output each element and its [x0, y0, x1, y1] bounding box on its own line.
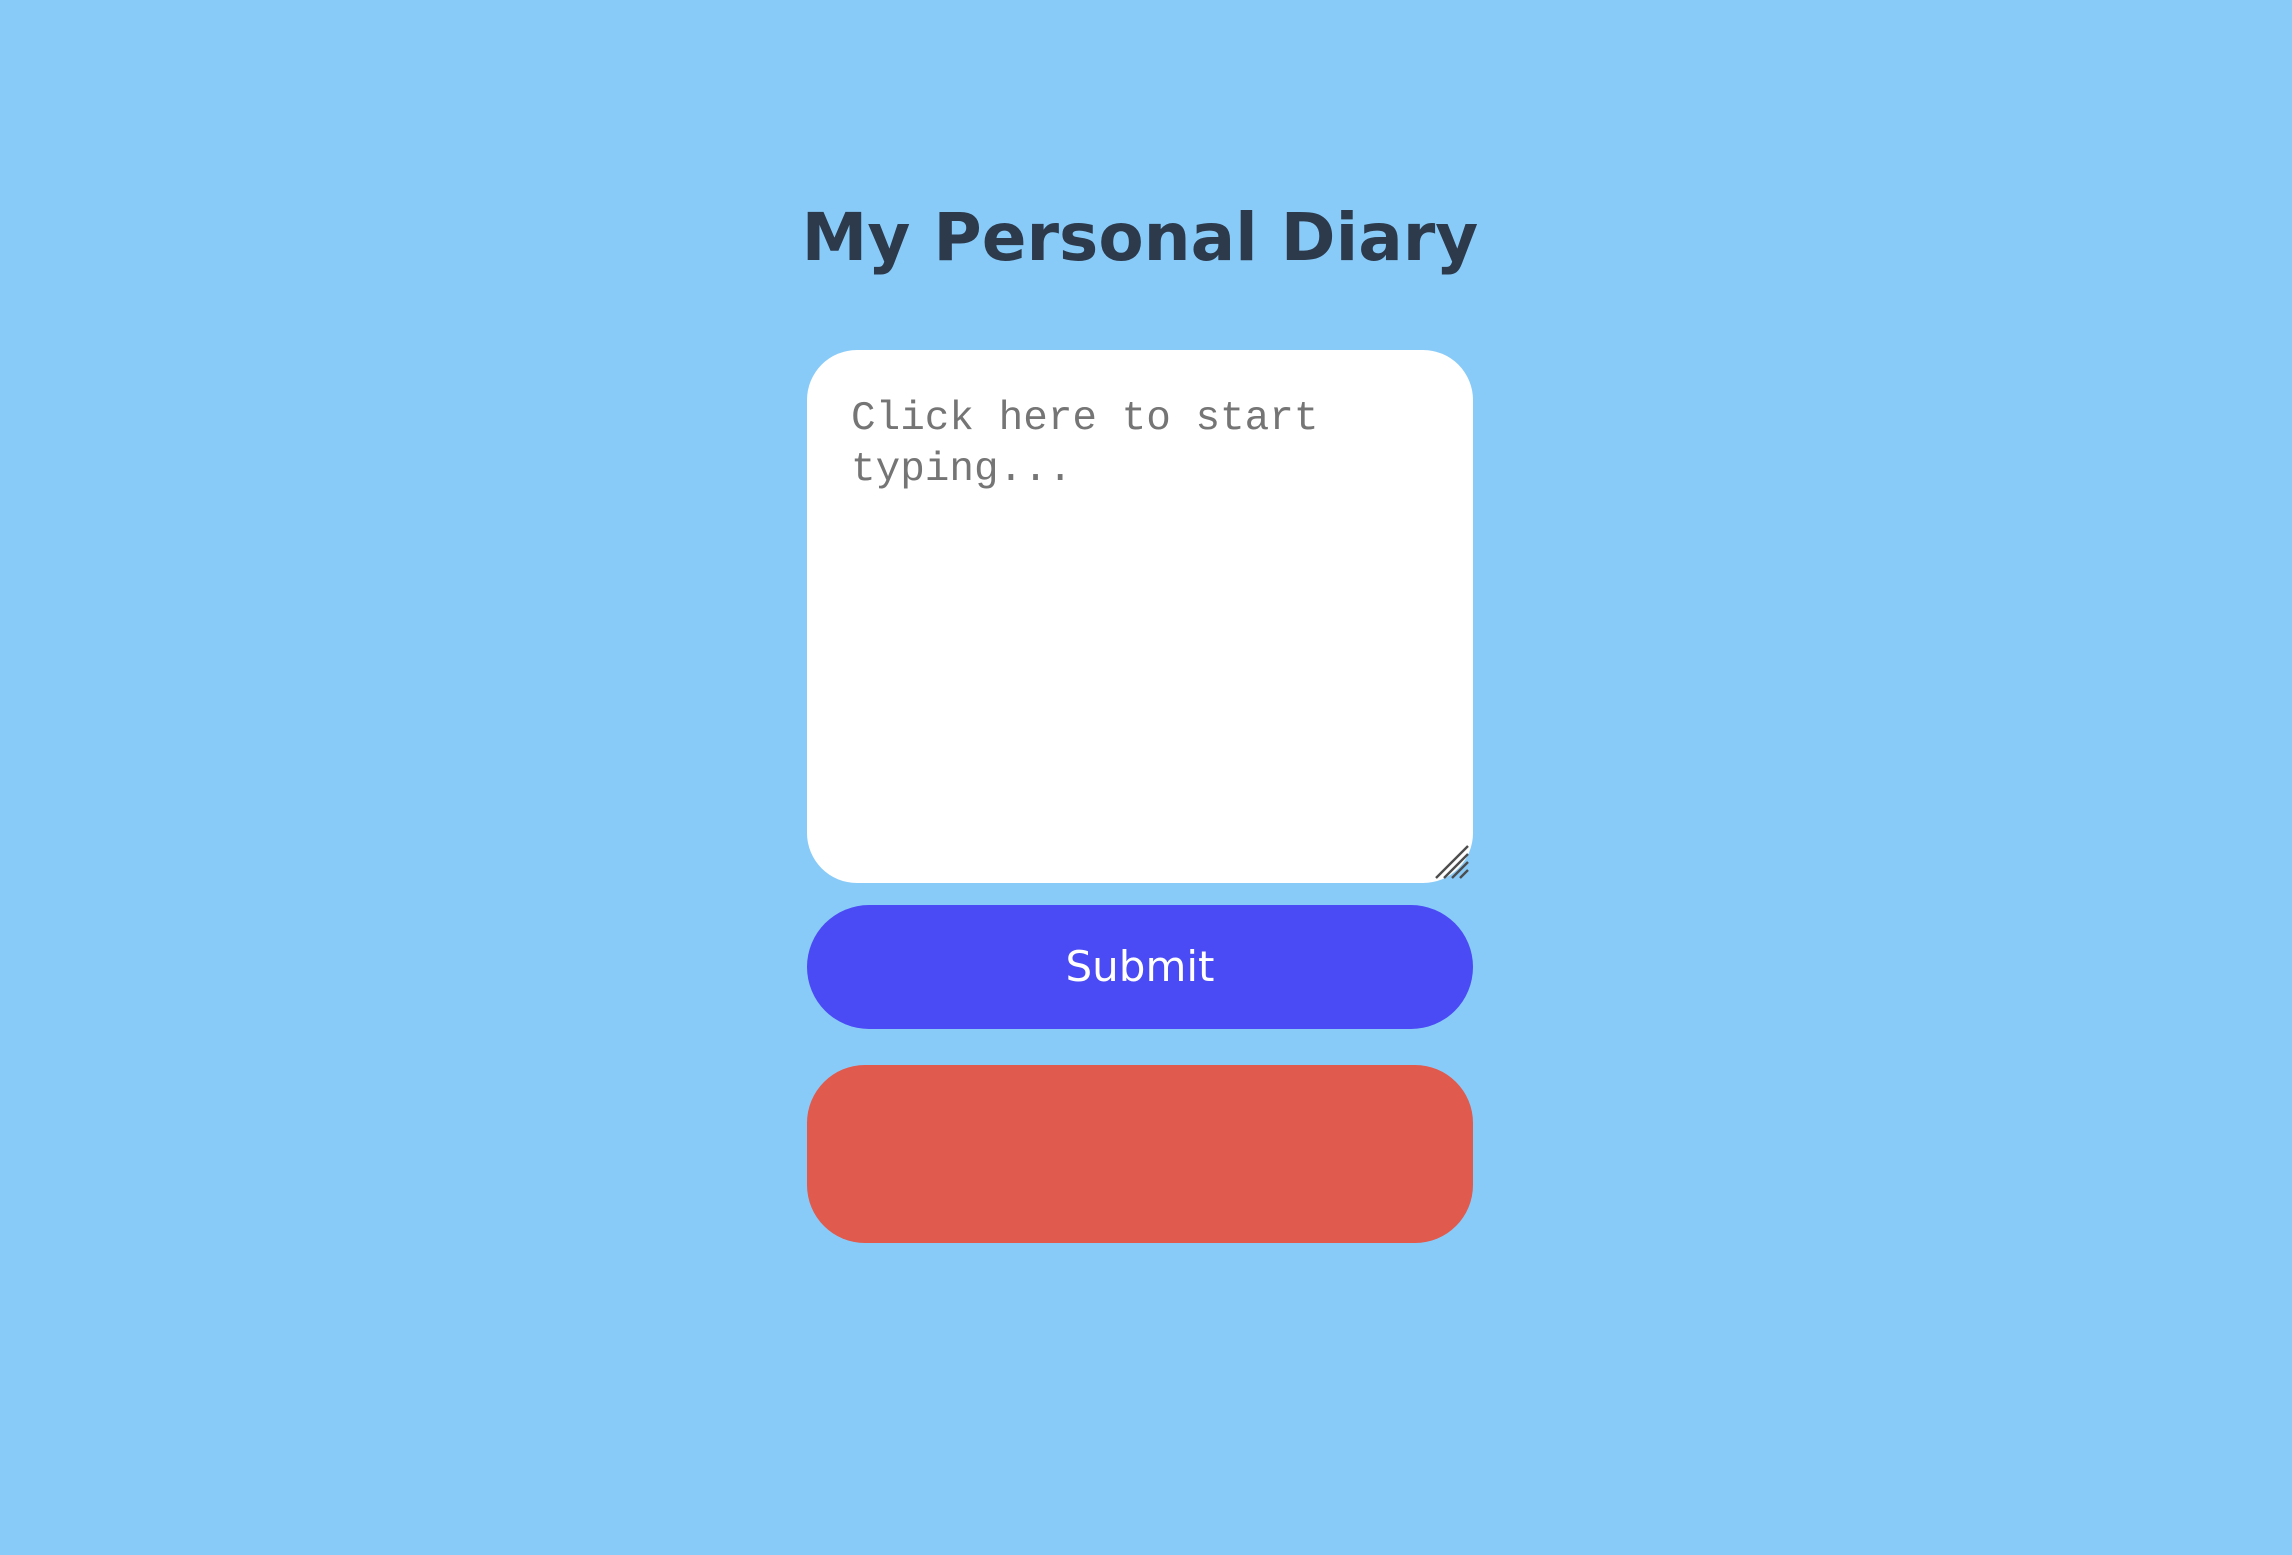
page-title: My Personal Diary	[801, 199, 1479, 276]
diary-entry-container	[807, 350, 1473, 883]
secondary-action-button[interactable]	[807, 1065, 1473, 1243]
resize-grip-icon[interactable]	[1434, 844, 1470, 880]
submit-button[interactable]: Submit	[807, 905, 1473, 1029]
diary-entry-textarea[interactable]	[807, 350, 1473, 883]
